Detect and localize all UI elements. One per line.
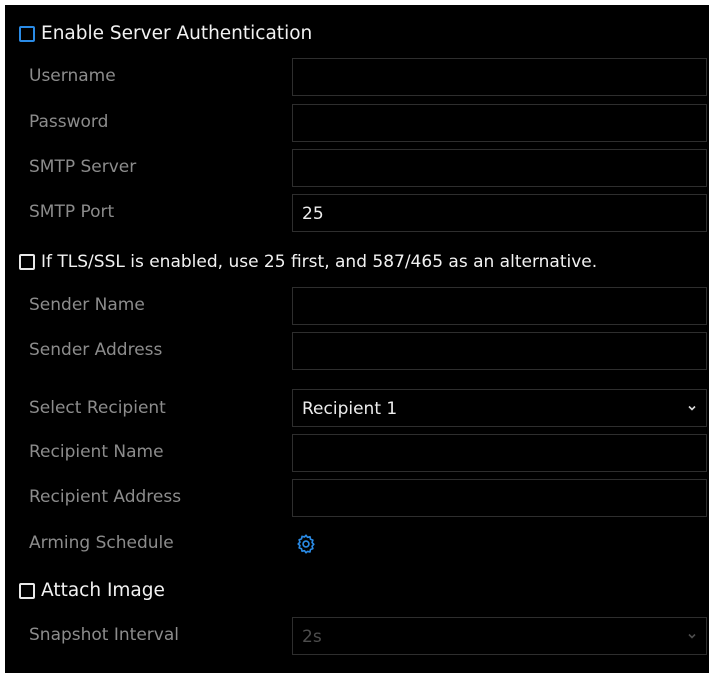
- recipient-name-label: Recipient Name: [29, 442, 164, 462]
- username-label: Username: [29, 66, 116, 86]
- select-recipient-label: Select Recipient: [29, 398, 166, 418]
- email-settings-panel: Enable Server Authentication Username Pa…: [5, 5, 709, 673]
- chevron-down-icon[interactable]: [687, 403, 697, 413]
- sender-address-field[interactable]: [292, 332, 707, 370]
- smtp-server-field[interactable]: [292, 149, 707, 187]
- smtp-server-label: SMTP Server: [29, 157, 137, 177]
- sender-name-field[interactable]: [292, 287, 707, 325]
- snapshot-interval-dropdown[interactable]: 2s: [292, 617, 707, 655]
- attach-image-checkbox[interactable]: [19, 582, 35, 599]
- tls-ssl-label: If TLS/SSL is enabled, use 25 first, and…: [41, 252, 598, 272]
- snapshot-interval-value: 2s: [302, 627, 322, 647]
- chevron-down-icon[interactable]: [687, 631, 697, 641]
- attach-image-row[interactable]: Attach Image: [19, 580, 165, 601]
- recipient-name-field[interactable]: [292, 434, 707, 472]
- arming-schedule-label: Arming Schedule: [29, 533, 174, 553]
- select-recipient-value: Recipient 1: [302, 399, 398, 419]
- snapshot-interval-label: Snapshot Interval: [29, 625, 179, 645]
- select-recipient-dropdown[interactable]: Recipient 1: [292, 389, 707, 427]
- tls-ssl-checkbox[interactable]: [19, 254, 35, 270]
- enable-server-auth-row[interactable]: Enable Server Authentication: [19, 23, 312, 44]
- enable-server-auth-label: Enable Server Authentication: [41, 23, 313, 44]
- attach-image-label: Attach Image: [41, 580, 165, 601]
- sender-address-label: Sender Address: [29, 340, 163, 360]
- recipient-address-label: Recipient Address: [29, 487, 182, 507]
- password-field[interactable]: [292, 104, 707, 142]
- smtp-port-field[interactable]: 25: [292, 194, 707, 232]
- password-label: Password: [29, 112, 109, 132]
- gear-icon[interactable]: [295, 533, 317, 555]
- smtp-port-value: 25: [302, 204, 324, 224]
- smtp-port-label: SMTP Port: [29, 202, 115, 222]
- tls-ssl-row[interactable]: If TLS/SSL is enabled, use 25 first, and…: [19, 252, 597, 272]
- enable-server-auth-checkbox[interactable]: [19, 25, 35, 42]
- recipient-address-field[interactable]: [292, 479, 707, 517]
- username-field[interactable]: [292, 58, 707, 96]
- sender-name-label: Sender Name: [29, 295, 145, 315]
